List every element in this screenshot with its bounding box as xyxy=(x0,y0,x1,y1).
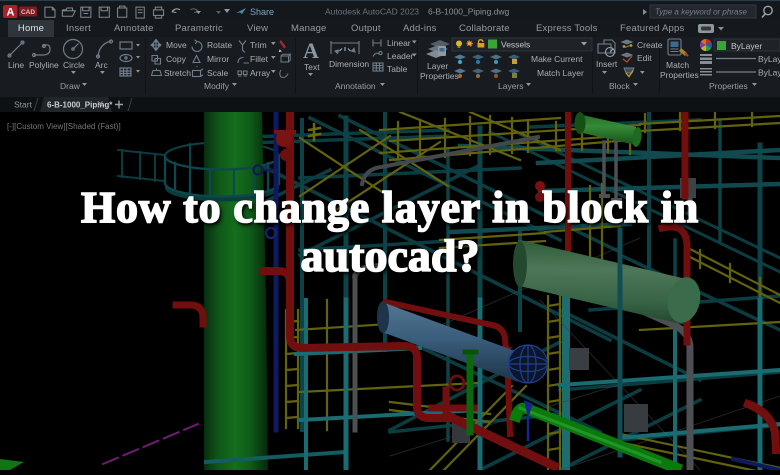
svg-text:Copy: Copy xyxy=(166,54,187,64)
svg-text:6-B-1000_Piping*: 6-B-1000_Piping* xyxy=(47,101,113,110)
svg-text:Make Current: Make Current xyxy=(531,54,583,64)
svg-text:Linear: Linear xyxy=(387,38,411,48)
svg-text:Layers: Layers xyxy=(498,81,524,91)
svg-text:Annotation: Annotation xyxy=(335,81,376,91)
svg-text:Rotate: Rotate xyxy=(207,40,232,50)
svg-text:Line: Line xyxy=(8,60,24,70)
svg-text:Polyline: Polyline xyxy=(29,60,59,70)
svg-text:Vessels: Vessels xyxy=(501,40,530,50)
svg-text:Match Layer: Match Layer xyxy=(537,68,584,78)
svg-text:A: A xyxy=(7,7,15,19)
svg-text:Layer: Layer xyxy=(427,61,448,71)
svg-text:Properties: Properties xyxy=(660,70,699,80)
svg-text:Stretch: Stretch xyxy=(164,68,191,78)
svg-text:Modify: Modify xyxy=(204,81,230,91)
svg-text:Insert: Insert xyxy=(596,59,618,69)
svg-text:Fillet: Fillet xyxy=(250,54,269,64)
svg-text:Move: Move xyxy=(166,40,187,50)
svg-text:A: A xyxy=(303,38,319,63)
svg-text:Draw: Draw xyxy=(60,81,81,91)
svg-text:Leader: Leader xyxy=(387,51,414,61)
svg-text:Type a keyword or phrase: Type a keyword or phrase xyxy=(655,8,747,17)
svg-text:Arc: Arc xyxy=(95,60,109,70)
svg-text:Array: Array xyxy=(250,68,271,78)
svg-text:Properties: Properties xyxy=(709,81,748,91)
svg-text:Trim: Trim xyxy=(250,40,267,50)
svg-text:ByLay: ByLay xyxy=(758,54,780,64)
svg-text:Circle: Circle xyxy=(63,60,85,70)
svg-text:Create: Create xyxy=(637,40,663,50)
svg-text:6-B-1000_Piping.dwg: 6-B-1000_Piping.dwg xyxy=(428,7,510,17)
svg-text:Properties: Properties xyxy=(420,71,459,81)
svg-text:Start: Start xyxy=(14,100,33,110)
svg-text:Autodesk AutoCAD 2023: Autodesk AutoCAD 2023 xyxy=(325,7,419,17)
svg-text:Block: Block xyxy=(609,81,631,91)
svg-text:Match: Match xyxy=(666,60,689,70)
svg-text:Mirror: Mirror xyxy=(207,54,229,64)
svg-text:ByLayer: ByLayer xyxy=(731,41,762,51)
svg-text:Share: Share xyxy=(250,7,274,17)
svg-text:Edit: Edit xyxy=(637,53,652,63)
svg-text:[-][Custom View][Shaded (Fast): [-][Custom View][Shaded (Fast)] xyxy=(7,122,121,131)
svg-text:CAD: CAD xyxy=(21,9,35,16)
svg-text:ByLay: ByLay xyxy=(758,68,780,78)
svg-text:Table: Table xyxy=(387,64,408,74)
svg-text:Scale: Scale xyxy=(207,68,229,78)
svg-text:Text: Text xyxy=(304,62,320,72)
svg-text:Dimension: Dimension xyxy=(329,59,369,69)
